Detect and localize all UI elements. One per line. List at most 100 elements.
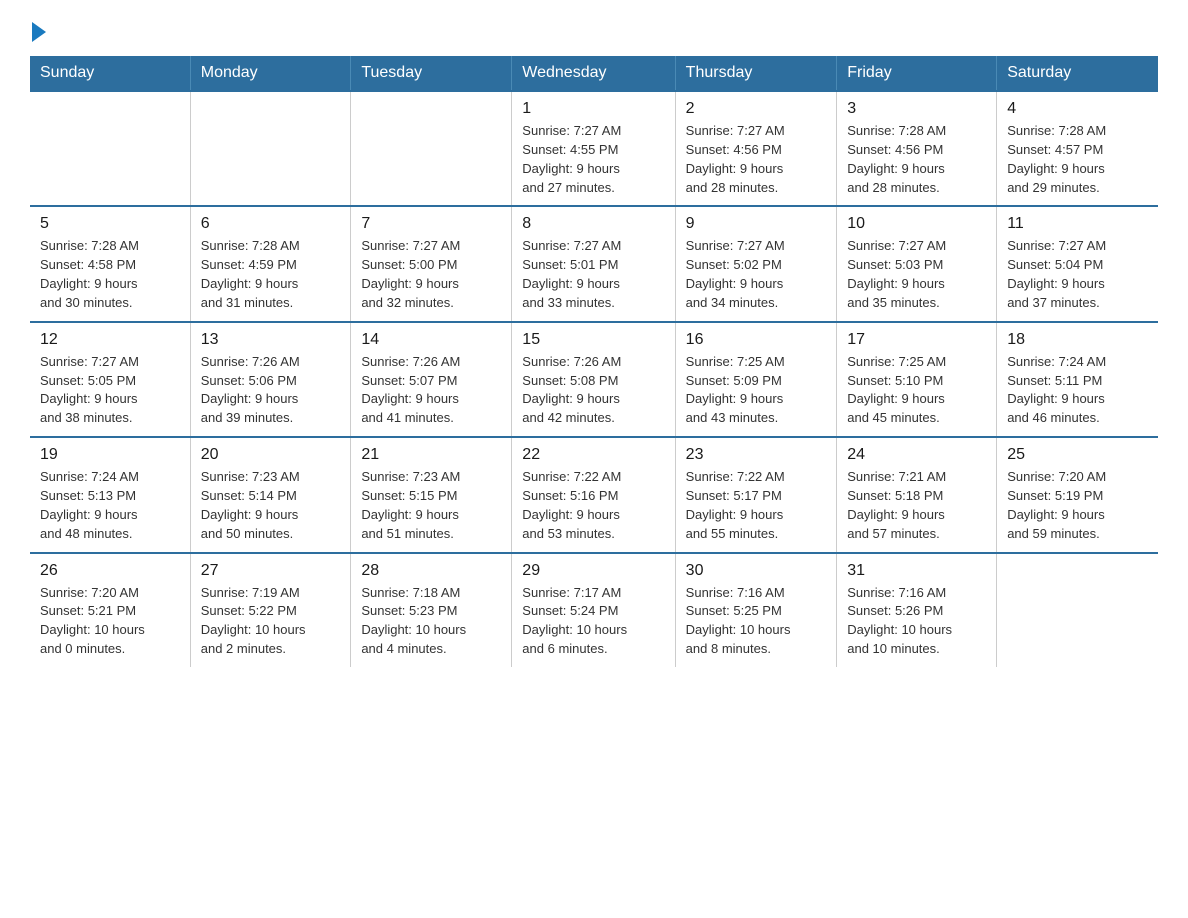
day-info: Sunrise: 7:27 AMSunset: 5:05 PMDaylight:… (40, 353, 180, 428)
calendar-day-cell: 29 Sunrise: 7:17 AMSunset: 5:24 PMDayligh… (512, 553, 675, 667)
day-number: 12 (40, 331, 180, 349)
calendar-day-cell: 23 Sunrise: 7:22 AMSunset: 5:17 PMDayligh… (675, 437, 837, 552)
day-number: 26 (40, 562, 180, 580)
calendar-day-cell: 4 Sunrise: 7:28 AMSunset: 4:57 PMDaylight… (997, 91, 1158, 206)
day-number: 19 (40, 446, 180, 464)
day-number: 23 (686, 446, 827, 464)
day-number: 20 (201, 446, 341, 464)
day-number: 9 (686, 215, 827, 233)
calendar-day-cell: 5Sunrise: 7:28 AMSunset: 4:58 PMDaylight… (30, 206, 190, 321)
calendar-day-cell: 21 Sunrise: 7:23 AMSunset: 5:15 PMDayligh… (351, 437, 512, 552)
calendar-day-cell: 3 Sunrise: 7:28 AMSunset: 4:56 PMDaylight… (837, 91, 997, 206)
calendar-day-cell: 6 Sunrise: 7:28 AMSunset: 4:59 PMDaylight… (190, 206, 351, 321)
day-info: Sunrise: 7:28 AMSunset: 4:59 PMDaylight:… (201, 237, 341, 312)
day-info: Sunrise: 7:27 AMSunset: 5:03 PMDaylight:… (847, 237, 986, 312)
day-number: 25 (1007, 446, 1148, 464)
day-info: Sunrise: 7:17 AMSunset: 5:24 PMDaylight:… (522, 584, 664, 659)
day-info: Sunrise: 7:27 AMSunset: 4:55 PMDaylight:… (522, 122, 664, 197)
calendar-day-cell: 20 Sunrise: 7:23 AMSunset: 5:14 PMDayligh… (190, 437, 351, 552)
day-info: Sunrise: 7:25 AMSunset: 5:10 PMDaylight:… (847, 353, 986, 428)
day-number: 4 (1007, 100, 1148, 118)
day-info: Sunrise: 7:26 AMSunset: 5:06 PMDaylight:… (201, 353, 341, 428)
day-info: Sunrise: 7:28 AMSunset: 4:56 PMDaylight:… (847, 122, 986, 197)
calendar-week-row: 1Sunrise: 7:27 AMSunset: 4:55 PMDaylight… (30, 91, 1158, 206)
day-info: Sunrise: 7:16 AMSunset: 5:25 PMDaylight:… (686, 584, 827, 659)
day-number: 22 (522, 446, 664, 464)
day-number: 15 (522, 331, 664, 349)
page-header (30, 20, 1158, 38)
day-number: 29 (522, 562, 664, 580)
day-info: Sunrise: 7:20 AMSunset: 5:21 PMDaylight:… (40, 584, 180, 659)
day-info: Sunrise: 7:26 AMSunset: 5:08 PMDaylight:… (522, 353, 664, 428)
day-number: 14 (361, 331, 501, 349)
calendar-day-cell (997, 553, 1158, 667)
day-info: Sunrise: 7:26 AMSunset: 5:07 PMDaylight:… (361, 353, 501, 428)
calendar-day-cell: 12 Sunrise: 7:27 AMSunset: 5:05 PMDayligh… (30, 322, 190, 437)
day-info: Sunrise: 7:18 AMSunset: 5:23 PMDaylight:… (361, 584, 501, 659)
logo-general-text (30, 20, 46, 42)
calendar-day-cell: 22Sunrise: 7:22 AMSunset: 5:16 PMDayligh… (512, 437, 675, 552)
day-number: 24 (847, 446, 986, 464)
calendar-table: SundayMondayTuesdayWednesdayThursdayFrid… (30, 56, 1158, 667)
day-info: Sunrise: 7:27 AMSunset: 4:56 PMDaylight:… (686, 122, 827, 197)
day-number: 3 (847, 100, 986, 118)
calendar-day-cell: 26 Sunrise: 7:20 AMSunset: 5:21 PMDayligh… (30, 553, 190, 667)
day-info: Sunrise: 7:27 AMSunset: 5:00 PMDaylight:… (361, 237, 501, 312)
day-number: 18 (1007, 331, 1148, 349)
day-of-week-header: Wednesday (512, 56, 675, 91)
day-of-week-header: Saturday (997, 56, 1158, 91)
calendar-week-row: 12 Sunrise: 7:27 AMSunset: 5:05 PMDayligh… (30, 322, 1158, 437)
calendar-day-cell: 31Sunrise: 7:16 AMSunset: 5:26 PMDayligh… (837, 553, 997, 667)
day-of-week-header: Monday (190, 56, 351, 91)
day-info: Sunrise: 7:28 AMSunset: 4:57 PMDaylight:… (1007, 122, 1148, 197)
calendar-day-cell (190, 91, 351, 206)
calendar-day-cell: 16Sunrise: 7:25 AMSunset: 5:09 PMDayligh… (675, 322, 837, 437)
day-info: Sunrise: 7:21 AMSunset: 5:18 PMDaylight:… (847, 468, 986, 543)
days-of-week-row: SundayMondayTuesdayWednesdayThursdayFrid… (30, 56, 1158, 91)
calendar-day-cell: 2 Sunrise: 7:27 AMSunset: 4:56 PMDaylight… (675, 91, 837, 206)
calendar-day-cell: 14 Sunrise: 7:26 AMSunset: 5:07 PMDayligh… (351, 322, 512, 437)
calendar-week-row: 26 Sunrise: 7:20 AMSunset: 5:21 PMDayligh… (30, 553, 1158, 667)
day-number: 28 (361, 562, 501, 580)
calendar-day-cell (30, 91, 190, 206)
calendar-day-cell: 9 Sunrise: 7:27 AMSunset: 5:02 PMDaylight… (675, 206, 837, 321)
calendar-day-cell: 10Sunrise: 7:27 AMSunset: 5:03 PMDayligh… (837, 206, 997, 321)
calendar-day-cell: 25 Sunrise: 7:20 AMSunset: 5:19 PMDayligh… (997, 437, 1158, 552)
day-info: Sunrise: 7:25 AMSunset: 5:09 PMDaylight:… (686, 353, 827, 428)
day-info: Sunrise: 7:24 AMSunset: 5:11 PMDaylight:… (1007, 353, 1148, 428)
day-number: 2 (686, 100, 827, 118)
day-of-week-header: Thursday (675, 56, 837, 91)
calendar-day-cell: 13Sunrise: 7:26 AMSunset: 5:06 PMDayligh… (190, 322, 351, 437)
day-of-week-header: Friday (837, 56, 997, 91)
day-number: 17 (847, 331, 986, 349)
day-info: Sunrise: 7:27 AMSunset: 5:02 PMDaylight:… (686, 237, 827, 312)
day-info: Sunrise: 7:23 AMSunset: 5:14 PMDaylight:… (201, 468, 341, 543)
day-number: 7 (361, 215, 501, 233)
calendar-day-cell: 19 Sunrise: 7:24 AMSunset: 5:13 PMDayligh… (30, 437, 190, 552)
logo (30, 20, 46, 38)
day-info: Sunrise: 7:23 AMSunset: 5:15 PMDaylight:… (361, 468, 501, 543)
calendar-body: 1Sunrise: 7:27 AMSunset: 4:55 PMDaylight… (30, 91, 1158, 667)
day-info: Sunrise: 7:24 AMSunset: 5:13 PMDaylight:… (40, 468, 180, 543)
day-number: 6 (201, 215, 341, 233)
day-number: 31 (847, 562, 986, 580)
day-number: 21 (361, 446, 501, 464)
day-number: 5 (40, 215, 180, 233)
calendar-day-cell: 11 Sunrise: 7:27 AMSunset: 5:04 PMDayligh… (997, 206, 1158, 321)
calendar-day-cell: 24 Sunrise: 7:21 AMSunset: 5:18 PMDayligh… (837, 437, 997, 552)
day-number: 27 (201, 562, 341, 580)
calendar-header: SundayMondayTuesdayWednesdayThursdayFrid… (30, 56, 1158, 91)
day-info: Sunrise: 7:22 AMSunset: 5:17 PMDaylight:… (686, 468, 827, 543)
calendar-day-cell: 28 Sunrise: 7:18 AMSunset: 5:23 PMDayligh… (351, 553, 512, 667)
day-info: Sunrise: 7:20 AMSunset: 5:19 PMDaylight:… (1007, 468, 1148, 543)
day-info: Sunrise: 7:27 AMSunset: 5:04 PMDaylight:… (1007, 237, 1148, 312)
day-number: 8 (522, 215, 664, 233)
day-of-week-header: Sunday (30, 56, 190, 91)
calendar-week-row: 19 Sunrise: 7:24 AMSunset: 5:13 PMDayligh… (30, 437, 1158, 552)
day-info: Sunrise: 7:19 AMSunset: 5:22 PMDaylight:… (201, 584, 341, 659)
day-number: 30 (686, 562, 827, 580)
calendar-day-cell: 30 Sunrise: 7:16 AMSunset: 5:25 PMDayligh… (675, 553, 837, 667)
day-number: 11 (1007, 215, 1148, 233)
calendar-day-cell: 15 Sunrise: 7:26 AMSunset: 5:08 PMDayligh… (512, 322, 675, 437)
calendar-day-cell (351, 91, 512, 206)
